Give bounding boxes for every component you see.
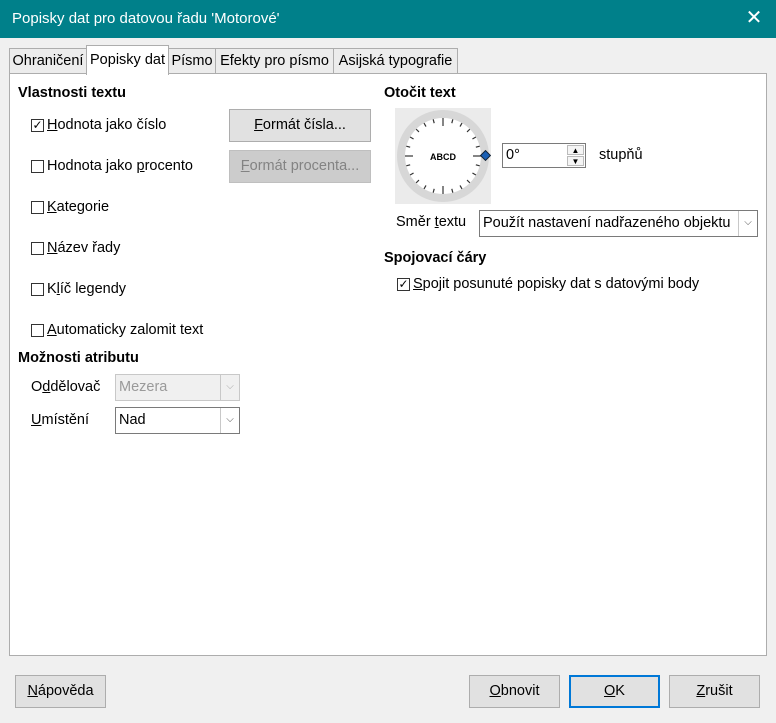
value-as-percent-checkbox[interactable] — [31, 160, 44, 173]
number-format-button[interactable]: Formát čísla... — [229, 109, 371, 142]
text-direction-value: Použít nastavení nadřazeného objektu — [483, 215, 731, 231]
degrees-unit-label: stupňů — [599, 147, 643, 163]
value-as-number-checkbox[interactable]: ✓ — [31, 119, 44, 132]
tab-efekty-pro-pismo[interactable]: Efekty pro písmo — [215, 48, 334, 74]
help-button[interactable]: Nápověda — [15, 675, 106, 708]
placement-value: Nad — [119, 412, 146, 428]
dial-text: ABCD — [430, 152, 456, 162]
chevron-down-icon: ⌵ — [220, 375, 239, 400]
spin-down-icon[interactable]: ▼ — [567, 156, 584, 166]
attribute-options-header: Možnosti atributu — [18, 350, 139, 366]
connect-labels-checkbox[interactable]: ✓ — [397, 278, 410, 291]
legend-key-label: Klíč legendy — [47, 281, 127, 297]
placement-label: Umístění — [31, 412, 90, 428]
category-label: Kategorie — [47, 199, 110, 215]
spin-up-icon[interactable]: ▲ — [567, 145, 584, 155]
reset-button[interactable]: Obnovit — [469, 675, 560, 708]
degrees-spinbox[interactable]: 0° ▲ ▼ — [502, 143, 586, 168]
series-name-label: Název řady — [47, 240, 121, 256]
separator-label: Oddělovač — [31, 379, 101, 395]
text-direction-select[interactable]: Použít nastavení nadřazeného objektu ⌵ — [479, 210, 758, 237]
window-title: Popisky dat pro datovou řadu 'Motorové' — [12, 10, 280, 27]
degrees-value: 0° — [506, 147, 520, 163]
cancel-button[interactable]: Zrušit — [669, 675, 760, 708]
tab-asijska-typografie[interactable]: Asijská typografie — [333, 48, 458, 74]
close-icon[interactable]: ✕ — [742, 6, 766, 30]
connect-labels-label: Spojit posunuté popisky dat s datovými b… — [413, 276, 700, 292]
tab-popisky-dat[interactable]: Popisky dat — [86, 45, 169, 75]
tab-pismo[interactable]: Písmo — [168, 48, 216, 74]
rotate-text-header: Otočit text — [384, 85, 456, 101]
chevron-down-icon: ⌵ — [220, 408, 239, 433]
auto-wrap-label: Automaticky zalomit text — [47, 322, 204, 338]
leader-lines-header: Spojovací čáry — [384, 250, 487, 266]
category-checkbox[interactable] — [31, 201, 44, 214]
legend-key-checkbox[interactable] — [31, 283, 44, 296]
tab-ohraniceni[interactable]: Ohraničení — [9, 48, 87, 74]
separator-select[interactable]: Mezera ⌵ — [115, 374, 240, 401]
placement-select[interactable]: Nad ⌵ — [115, 407, 240, 434]
text-direction-label: Směr textu — [396, 214, 467, 230]
separator-value: Mezera — [119, 379, 168, 395]
percent-format-button[interactable]: Formát procenta... — [229, 150, 371, 183]
rotation-dial[interactable]: ABCD — [395, 108, 491, 204]
value-as-percent-label: Hodnota jako procento — [47, 158, 193, 174]
text-properties-header: Vlastnosti textu — [18, 85, 126, 101]
series-name-checkbox[interactable] — [31, 242, 44, 255]
chevron-down-icon: ⌵ — [738, 211, 757, 236]
value-as-number-label: Hodnota jako číslo — [47, 117, 167, 133]
auto-wrap-checkbox[interactable] — [31, 324, 44, 337]
ok-button[interactable]: OK — [569, 675, 660, 708]
